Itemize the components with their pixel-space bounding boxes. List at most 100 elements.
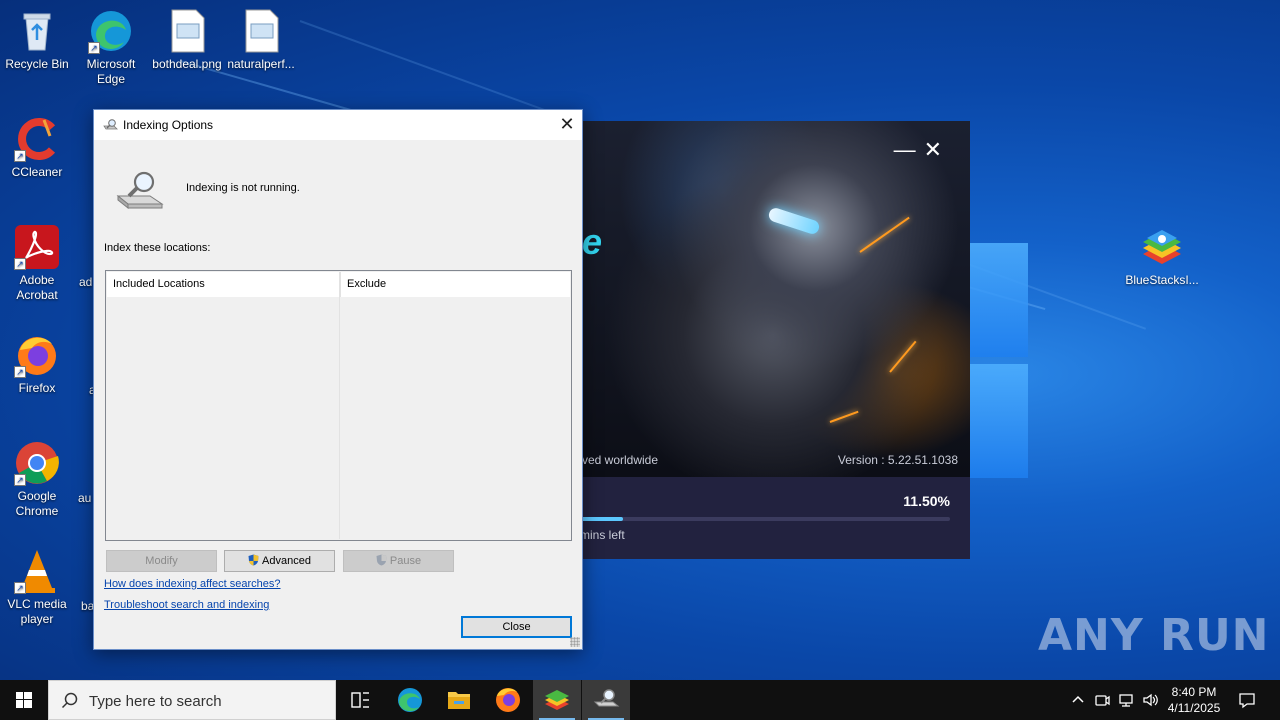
edge-icon [398,688,422,712]
index-locations-label: Index these locations: [104,242,211,254]
close-button[interactable]: ✕ [924,137,950,162]
desktop-icon-label: VLC media player [7,597,67,626]
desktop-icon-ccleaner[interactable]: ↗ CCleaner [0,116,74,180]
taskbar-clock[interactable]: 8:40 PM 4/11/2025 [1158,684,1230,716]
desktop-icon-label: Google Chrome [15,489,59,518]
column-header-included-locations[interactable]: Included Locations [107,272,340,297]
shield-icon [376,553,387,566]
task-view-icon [351,692,369,708]
shortcut-arrow-icon: ↗ [14,366,26,378]
advanced-button[interactable]: Advanced [224,550,335,572]
taskbar-indexing-options[interactable] [582,680,630,720]
image-file-icon [164,8,210,54]
bluestacks-logo-fragment: e [582,221,603,262]
bluestacks-installer-window[interactable]: e —✕ rved worldwide Version : 5.22.51.10… [560,121,970,559]
pause-button[interactable]: Pause [343,550,454,572]
desktop-icon-label: Adobe Acrobat [16,273,58,302]
desktop-icon-naturalperf[interactable]: naturalperf... [224,8,298,72]
how-indexing-affects-searches-link[interactable]: How does indexing affect searches? [104,578,281,590]
indexing-options-dialog[interactable]: Indexing Options ✕ Indexing is not runni… [93,109,583,650]
progress-bar-fill [580,517,623,521]
taskbar-edge[interactable] [386,680,434,720]
desktop-icon-label: bothdeal.png [152,57,222,71]
start-button[interactable] [0,680,48,720]
recycle-bin-icon [14,8,60,54]
search-placeholder: Type here to search [89,693,222,710]
wallpaper-logo-pane [970,243,1028,357]
column-header-exclude[interactable]: Exclude [340,272,570,297]
meet-now-icon[interactable] [1093,691,1111,709]
locations-list[interactable]: Included Locations Exclude [105,270,572,541]
taskbar-search-box[interactable]: Type here to search [48,680,336,720]
modify-button[interactable]: Modify [106,550,217,572]
column-divider [339,272,340,539]
firefox-icon: ↗ [14,332,60,378]
indexing-options-icon [103,118,119,132]
taskbar-file-explorer[interactable] [435,680,483,720]
notification-icon[interactable] [1238,691,1256,709]
search-icon [61,692,79,710]
desktop-icon-microsoft-edge[interactable]: ↗ Microsoft Edge [74,8,148,87]
acrobat-icon: ↗ [14,224,60,270]
edge-icon: ↗ [88,8,134,54]
desktop-icon-label: Microsoft Edge [86,57,136,86]
desktop-icon-label: CCleaner [11,165,63,179]
spark-streak [889,340,917,373]
install-progress-panel: 11.50% mins left [560,477,970,559]
windows-logo-icon [16,692,32,708]
bluestacks-icon [545,690,569,710]
soldier-visor [767,206,821,236]
taskbar-firefox[interactable] [484,680,532,720]
desktop-icon-bluestacks[interactable]: BlueStacksI... [1125,224,1199,288]
modify-button-label: Modify [145,555,178,567]
shortcut-arrow-icon: ↗ [14,474,26,486]
taskbar: Type here to search 8:40 PM 4/11/2025 [0,680,1280,720]
shield-icon [248,553,259,566]
dialog-titlebar[interactable]: Indexing Options ✕ [94,110,582,140]
indexing-status-text: Indexing is not running. [186,182,300,194]
folder-icon [448,692,470,709]
desktop-icon-bothdeal[interactable]: bothdeal.png [150,8,224,72]
task-view-button[interactable] [336,680,384,720]
desktop-icon-label: Firefox [18,381,56,395]
spark-streak [859,216,910,253]
desktop-icon-google-chrome[interactable]: ↗ Google Chrome [0,440,74,519]
indexing-status-icon [116,168,166,212]
resize-grip[interactable] [570,637,580,647]
close-button[interactable]: Close [461,616,572,638]
desktop-icon-recycle-bin[interactable]: Recycle Bin [0,8,74,72]
troubleshoot-search-link[interactable]: Troubleshoot search and indexing [104,599,269,611]
ccleaner-icon: ↗ [14,116,60,162]
minimize-button[interactable]: — [894,137,924,162]
volume-icon[interactable] [1141,691,1159,709]
indexing-options-icon [593,689,620,707]
vlc-icon: ↗ [14,548,60,594]
network-icon[interactable] [1117,691,1135,709]
desktop-icon-vlc[interactable]: ↗ VLC media player [0,548,74,627]
desktop-icon-label: BlueStacksI... [1125,273,1199,287]
close-icon[interactable]: ✕ [552,110,582,140]
chevron-up-icon[interactable] [1069,691,1087,709]
wallpaper-logo-pane [970,364,1028,478]
partial-desktop-label: au [78,491,92,505]
desktop-icon-adobe-acrobat[interactable]: ↗ Adobe Acrobat [0,224,74,303]
desktop: Recycle Bin ↗ Microsoft Edge bothdeal.pn… [0,0,1280,680]
anyrun-watermark: ANY RUN [1038,610,1270,661]
version-text: Version : 5.22.51.1038 [837,453,958,467]
bluestacks-icon [1139,224,1185,270]
time-left-text: mins left [580,528,625,542]
bluestacks-window-controls: —✕ [894,137,950,163]
taskbar-bluestacks[interactable] [533,680,581,720]
progress-percent: 11.50% [903,493,950,509]
bluestacks-banner-art [560,121,970,477]
chrome-icon: ↗ [14,440,60,486]
progress-bar [580,517,950,521]
shortcut-arrow-icon: ↗ [88,42,100,54]
image-file-icon [238,8,284,54]
desktop-icon-label: Recycle Bin [5,57,69,71]
rights-text: rved worldwide [578,453,659,467]
shortcut-arrow-icon: ↗ [14,582,26,594]
desktop-icon-label: naturalperf... [227,57,295,71]
partial-desktop-label: ad [79,275,93,289]
desktop-icon-firefox[interactable]: ↗ Firefox [0,332,74,396]
